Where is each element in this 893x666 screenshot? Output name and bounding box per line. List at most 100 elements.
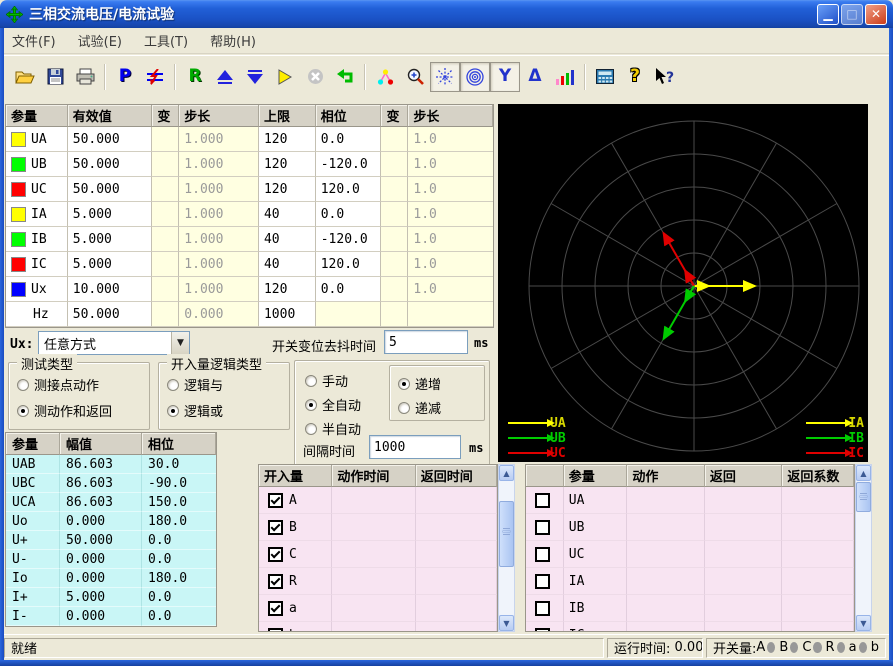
- phase-step-cell[interactable]: 1.0: [408, 152, 493, 177]
- impulse-button[interactable]: [140, 62, 170, 92]
- phase-cell[interactable]: 0.0: [316, 277, 382, 302]
- rms-cell[interactable]: 10.000: [68, 277, 153, 302]
- print-button[interactable]: [70, 62, 100, 92]
- step-cell[interactable]: 1.000: [179, 252, 259, 277]
- checkbox-unchecked[interactable]: [535, 520, 550, 535]
- radio-logic-or[interactable]: 逻辑或: [167, 401, 223, 420]
- radio-logic-and[interactable]: 逻辑与: [167, 375, 223, 394]
- scroll-down-icon[interactable]: ▼: [856, 615, 871, 631]
- phase-step-cell[interactable]: 1.0: [408, 227, 493, 252]
- vector-burst-view-button[interactable]: [430, 62, 460, 92]
- phase-cell[interactable]: -120.0: [316, 152, 382, 177]
- scroll-down-icon[interactable]: ▼: [499, 615, 514, 631]
- y-connection-view-button[interactable]: Y: [490, 62, 520, 92]
- checkbox-checked[interactable]: [268, 601, 283, 616]
- limit-cell[interactable]: 120: [259, 152, 316, 177]
- close-button[interactable]: ✕: [865, 4, 887, 25]
- step-cell[interactable]: 0.000: [179, 302, 259, 327]
- raise-button[interactable]: [210, 62, 240, 92]
- result-table-scrollbar[interactable]: ▲ ▼: [855, 464, 872, 632]
- checkbox-checked[interactable]: [268, 574, 283, 589]
- save-button[interactable]: [40, 62, 70, 92]
- menu-help[interactable]: 帮助(H): [210, 31, 256, 50]
- phase-cell[interactable]: 0.0: [316, 127, 382, 152]
- phase-cell[interactable]: 120.0: [316, 252, 382, 277]
- phase-step-cell[interactable]: 1.0: [408, 127, 493, 152]
- combo-dropdown-arrow-icon[interactable]: ▼: [171, 332, 189, 354]
- phase-cell[interactable]: [316, 302, 382, 327]
- phase-cell[interactable]: 0.0: [316, 202, 382, 227]
- limit-cell[interactable]: 120: [259, 277, 316, 302]
- phase-step-cell[interactable]: 1.0: [408, 252, 493, 277]
- checkbox-checked[interactable]: [268, 520, 283, 535]
- radio-full-auto[interactable]: 全自动: [305, 395, 361, 414]
- vary-cell[interactable]: [152, 227, 179, 252]
- vary-cell[interactable]: [381, 177, 408, 202]
- rms-cell[interactable]: 5.000: [68, 227, 153, 252]
- phase-step-cell[interactable]: 1.0: [408, 277, 493, 302]
- step-cell[interactable]: 1.000: [179, 177, 259, 202]
- phase-step-cell[interactable]: 1.0: [408, 202, 493, 227]
- phase-dots-button[interactable]: [370, 62, 400, 92]
- switch-table-scrollbar[interactable]: ▲ ▼: [498, 464, 515, 632]
- radio-increase[interactable]: 递增: [398, 374, 441, 393]
- vary-cell[interactable]: [381, 152, 408, 177]
- radio-action-and-return[interactable]: 测动作和返回: [17, 401, 112, 420]
- bar-view-button[interactable]: [550, 62, 580, 92]
- calculator-button[interactable]: [590, 62, 620, 92]
- scrollbar-thumb[interactable]: [856, 482, 871, 512]
- ux-mode-combo[interactable]: 任意方式 ▼: [38, 331, 190, 355]
- radio-semi-auto[interactable]: 半自动: [305, 419, 361, 438]
- phase-step-cell[interactable]: 1.0: [408, 177, 493, 202]
- scrollbar-thumb[interactable]: [499, 501, 514, 567]
- interval-input[interactable]: 1000: [369, 435, 461, 459]
- vary-cell[interactable]: [152, 152, 179, 177]
- rms-cell[interactable]: 50.000: [68, 177, 153, 202]
- vary-cell[interactable]: [152, 277, 179, 302]
- return-button[interactable]: [330, 62, 360, 92]
- phase-cell[interactable]: -120.0: [316, 227, 382, 252]
- vary-cell[interactable]: [381, 252, 408, 277]
- vary-cell[interactable]: [152, 177, 179, 202]
- radio-decrease[interactable]: 递减: [398, 398, 441, 417]
- step-cell[interactable]: 1.000: [179, 227, 259, 252]
- rms-cell[interactable]: 5.000: [68, 202, 153, 227]
- checkbox-unchecked[interactable]: [535, 628, 550, 633]
- step-cell[interactable]: 1.000: [179, 152, 259, 177]
- rms-cell[interactable]: 5.000: [68, 252, 153, 277]
- vary-cell[interactable]: [152, 127, 179, 152]
- rms-cell[interactable]: 50.000: [68, 152, 153, 177]
- delta-connection-view-button[interactable]: Δ: [520, 62, 550, 92]
- checkbox-unchecked[interactable]: [535, 493, 550, 508]
- maximize-button[interactable]: □: [841, 4, 863, 25]
- checkbox-checked[interactable]: [268, 547, 283, 562]
- rms-cell[interactable]: 50.000: [68, 302, 153, 327]
- step-cell[interactable]: 1.000: [179, 127, 259, 152]
- stop-button[interactable]: [300, 62, 330, 92]
- menu-tools[interactable]: 工具(T): [144, 31, 188, 50]
- circle-view-button[interactable]: [460, 62, 490, 92]
- vary-cell[interactable]: [381, 302, 408, 327]
- limit-cell[interactable]: 120: [259, 177, 316, 202]
- phase-cell[interactable]: 120.0: [316, 177, 382, 202]
- start-button[interactable]: [270, 62, 300, 92]
- checkbox-checked[interactable]: [268, 628, 283, 633]
- zoom-in-button[interactable]: [400, 62, 430, 92]
- menu-test[interactable]: 试验(E): [78, 31, 122, 50]
- step-cell[interactable]: 1.000: [179, 277, 259, 302]
- step-cell[interactable]: 1.000: [179, 202, 259, 227]
- limit-cell[interactable]: 40: [259, 227, 316, 252]
- limit-cell[interactable]: 1000: [259, 302, 316, 327]
- minimize-button[interactable]: ▁: [817, 4, 839, 25]
- lower-button[interactable]: [240, 62, 270, 92]
- checkbox-unchecked[interactable]: [535, 547, 550, 562]
- reset-r-button[interactable]: R: [180, 62, 210, 92]
- limit-cell[interactable]: 40: [259, 252, 316, 277]
- menu-file[interactable]: 文件(F): [12, 31, 56, 50]
- vary-cell[interactable]: [381, 227, 408, 252]
- parameter-p-button[interactable]: P: [110, 62, 140, 92]
- checkbox-checked[interactable]: [268, 493, 283, 508]
- checkbox-unchecked[interactable]: [535, 574, 550, 589]
- checkbox-unchecked[interactable]: [535, 601, 550, 616]
- context-help-button[interactable]: ?: [650, 62, 680, 92]
